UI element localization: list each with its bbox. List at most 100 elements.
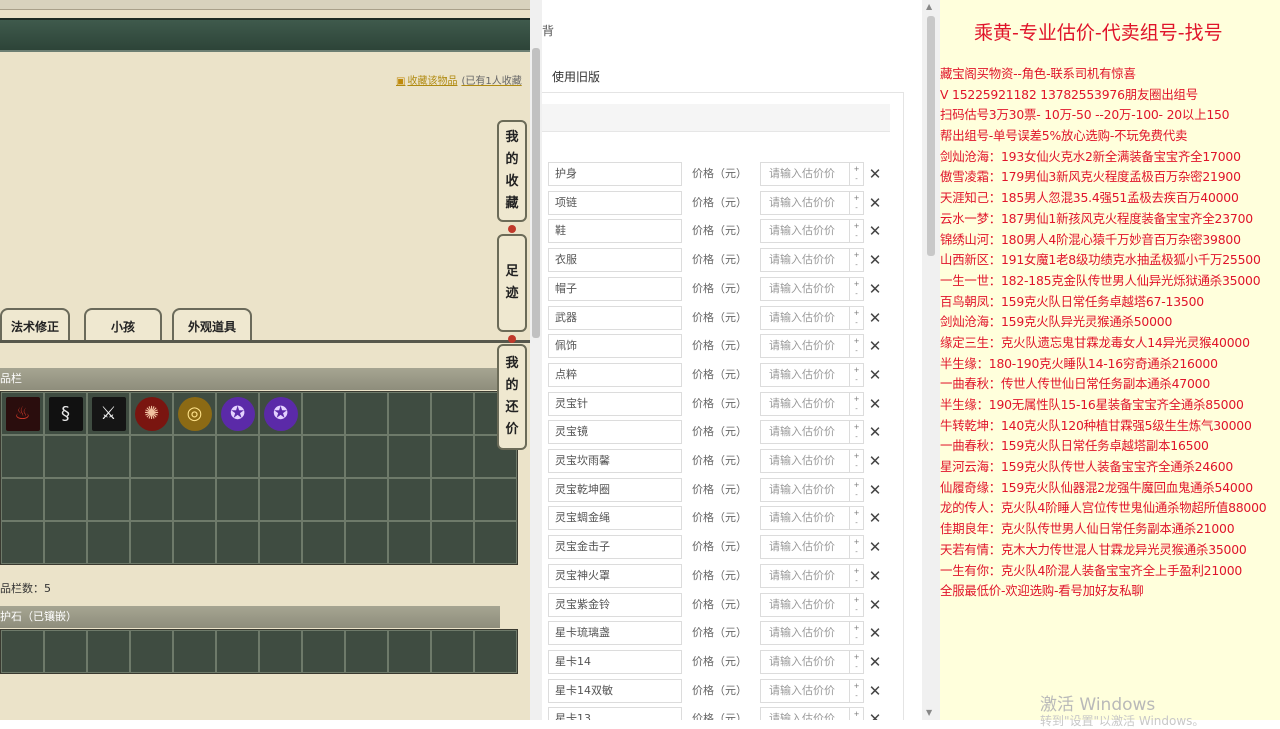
equipment-name-field[interactable]: 护身: [548, 162, 682, 186]
delete-row-icon[interactable]: ✕: [868, 506, 882, 530]
inventory-slot[interactable]: [388, 392, 431, 435]
stone-slot[interactable]: [259, 630, 302, 673]
price-stepper[interactable]: +-: [850, 535, 864, 560]
use-old-version-link[interactable]: 使用旧版: [552, 68, 600, 85]
price-input[interactable]: 请输入估价价: [760, 535, 850, 560]
equipment-name-field[interactable]: 灵宝金击子: [548, 535, 682, 560]
delete-row-icon[interactable]: ✕: [868, 191, 882, 215]
browser-scrollbar[interactable]: ▲ ▼: [922, 0, 940, 720]
inventory-slot[interactable]: [173, 478, 216, 521]
stone-slot[interactable]: [87, 630, 130, 673]
price-stepper[interactable]: +-: [850, 621, 864, 646]
price-input[interactable]: 请输入估价价: [760, 305, 850, 330]
stepper-up-icon[interactable]: +: [854, 709, 860, 719]
inventory-slot[interactable]: [388, 435, 431, 478]
stepper-up-icon[interactable]: +: [854, 652, 860, 662]
price-stepper[interactable]: +-: [850, 592, 864, 617]
stone-slot[interactable]: [431, 630, 474, 673]
inventory-slot[interactable]: [1, 521, 44, 564]
price-stepper[interactable]: +-: [850, 276, 864, 301]
delete-row-icon[interactable]: ✕: [868, 306, 882, 330]
stepper-down-icon[interactable]: -: [855, 662, 858, 672]
equipment-name-field[interactable]: 灵宝神火罩: [548, 563, 682, 588]
inventory-slot[interactable]: [302, 435, 345, 478]
inventory-slot[interactable]: [345, 478, 388, 521]
delete-row-icon[interactable]: ✕: [868, 334, 882, 358]
equipment-name-field[interactable]: 灵宝乾坤圈: [548, 477, 682, 502]
equipment-name-field[interactable]: 灵宝坎雨馨: [548, 449, 682, 473]
inventory-slot[interactable]: [87, 435, 130, 478]
equipment-name-field[interactable]: 武器: [548, 305, 682, 330]
inventory-slot[interactable]: [216, 521, 259, 564]
price-input[interactable]: 请输入估价价: [760, 334, 850, 359]
equipment-name-field[interactable]: 点粹: [548, 362, 682, 387]
stone-slot[interactable]: [345, 630, 388, 673]
stepper-up-icon[interactable]: +: [854, 508, 860, 518]
stepper-up-icon[interactable]: +: [854, 681, 860, 691]
price-input[interactable]: 请输入估价价: [760, 649, 850, 674]
tab-child[interactable]: 小孩: [84, 308, 162, 342]
white-dragon-icon[interactable]: §: [48, 396, 83, 431]
price-input[interactable]: 请输入估价价: [760, 219, 850, 244]
equipment-name-field[interactable]: 星卡14双敏: [548, 678, 682, 703]
delete-row-icon[interactable]: ✕: [868, 420, 882, 444]
stepper-down-icon[interactable]: -: [855, 203, 858, 213]
price-input[interactable]: 请输入估价价: [760, 563, 850, 588]
price-input[interactable]: 请输入估价价: [760, 391, 850, 416]
inventory-slot[interactable]: [259, 478, 302, 521]
price-input[interactable]: 请输入估价价: [760, 592, 850, 617]
inventory-slot[interactable]: [216, 435, 259, 478]
inventory-slot[interactable]: [44, 521, 87, 564]
inventory-slot[interactable]: ✪: [259, 392, 302, 435]
stepper-up-icon[interactable]: +: [854, 394, 860, 404]
inventory-slot[interactable]: ✪: [216, 392, 259, 435]
price-stepper[interactable]: +-: [850, 707, 864, 720]
inventory-slot[interactable]: [259, 435, 302, 478]
inventory-slot[interactable]: ♨: [1, 392, 44, 435]
inventory-slot[interactable]: [44, 435, 87, 478]
price-input[interactable]: 请输入估价价: [760, 678, 850, 703]
stepper-down-icon[interactable]: -: [855, 490, 858, 500]
price-input[interactable]: 请输入估价价: [760, 477, 850, 502]
inventory-slot[interactable]: [130, 521, 173, 564]
tab-appearance-items[interactable]: 外观道具: [172, 308, 252, 342]
stone-slot[interactable]: [173, 630, 216, 673]
stone-slot[interactable]: [302, 630, 345, 673]
scroll-down-arrow-icon[interactable]: ▼: [926, 708, 932, 717]
stone-slot[interactable]: [388, 630, 431, 673]
inventory-slot[interactable]: [130, 478, 173, 521]
stepper-down-icon[interactable]: -: [855, 174, 858, 184]
price-input[interactable]: 请输入估价价: [760, 162, 850, 186]
price-input[interactable]: 请输入估价价: [760, 707, 850, 720]
equipment-name-field[interactable]: 灵宝镜: [548, 420, 682, 445]
price-stepper[interactable]: +-: [850, 420, 864, 445]
delete-row-icon[interactable]: ✕: [868, 219, 882, 243]
stone-slot[interactable]: [44, 630, 87, 673]
favorite-link-text[interactable]: 收藏该物品: [407, 76, 457, 87]
delete-row-icon[interactable]: ✕: [868, 650, 882, 674]
price-input[interactable]: 请输入估价价: [760, 420, 850, 445]
price-stepper[interactable]: +-: [850, 219, 864, 244]
stepper-down-icon[interactable]: -: [855, 260, 858, 270]
equipment-name-field[interactable]: 项链: [548, 190, 682, 215]
delete-row-icon[interactable]: ✕: [868, 621, 882, 645]
inventory-slot[interactable]: [345, 435, 388, 478]
stepper-down-icon[interactable]: -: [855, 432, 858, 442]
equipment-name-field[interactable]: 灵宝针: [548, 391, 682, 416]
delete-row-icon[interactable]: ✕: [868, 478, 882, 502]
stepper-up-icon[interactable]: +: [854, 250, 860, 260]
stepper-up-icon[interactable]: +: [854, 537, 860, 547]
scrollbar-thumb[interactable]: [532, 48, 540, 338]
purple-rune-icon-2[interactable]: ✪: [263, 396, 298, 431]
side-tab-footprints[interactable]: 足迹: [497, 234, 527, 332]
price-stepper[interactable]: +-: [850, 248, 864, 273]
stepper-down-icon[interactable]: -: [855, 346, 858, 356]
stone-slot[interactable]: [216, 630, 259, 673]
stepper-up-icon[interactable]: +: [854, 480, 860, 490]
price-stepper[interactable]: +-: [850, 649, 864, 674]
delete-row-icon[interactable]: ✕: [868, 535, 882, 559]
inventory-slot[interactable]: [302, 521, 345, 564]
inventory-slot[interactable]: [1, 435, 44, 478]
game-scrollbar[interactable]: [530, 0, 542, 720]
price-stepper[interactable]: +-: [850, 506, 864, 531]
